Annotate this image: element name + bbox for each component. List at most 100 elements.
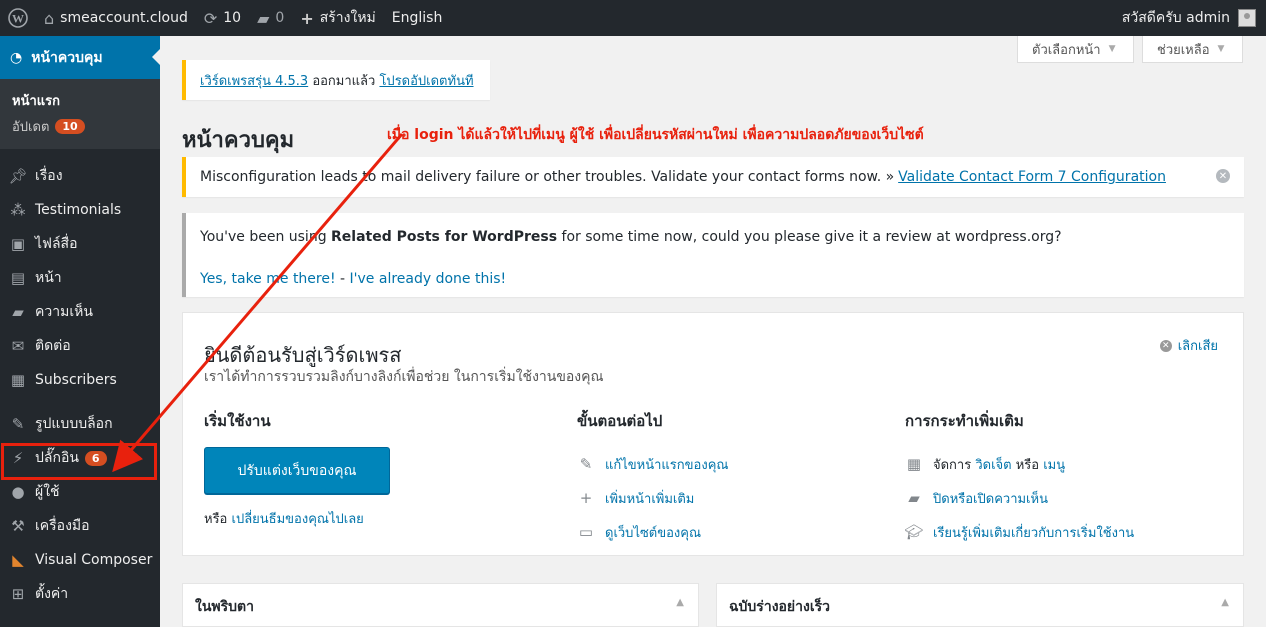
view-site-link[interactable]: ดูเว็บไซต์ของคุณ: [605, 522, 701, 543]
sidebar-item-label: Testimonials: [35, 202, 122, 218]
dashboard-submenu: หน้าแรก อัปเดต 10: [0, 79, 160, 149]
page-title: หน้าควบคุม: [182, 128, 295, 153]
sidebar-item-media[interactable]: ▣ ไฟล์สื่อ: [0, 227, 160, 261]
site-name-link[interactable]: ⌂ smeaccount.cloud: [36, 0, 196, 36]
welcome-dismiss-link[interactable]: ✕ เลิกเสีย: [1159, 335, 1218, 356]
comments-count: 0: [275, 10, 285, 26]
updates-link[interactable]: ⟳ 10: [196, 0, 249, 36]
close-icon: ✕: [1159, 339, 1172, 352]
update-nag: เวิร์ดเพรสรุ่น 4.5.3 ออกมาแล้ว โปรดอัปเด…: [182, 60, 490, 100]
wordpress-logo[interactable]: W: [0, 0, 36, 36]
at-a-glance-box: ในพริบตา ▲: [182, 583, 699, 627]
next-steps-column: ขั้นตอนต่อไป ✎ แก้ไขหน้าแรกของคุณ + เพิ่มห…: [577, 409, 728, 549]
review-done-link[interactable]: I've already done this!: [350, 271, 507, 287]
caret-down-icon: ▼: [1217, 44, 1225, 54]
sidebar-item-users[interactable]: ● ผู้ใช้: [0, 475, 160, 509]
get-started-title: เริ่มใช้งาน: [204, 412, 271, 430]
media-icon: ▣: [10, 235, 26, 253]
at-a-glance-title: ในพริบตา: [195, 599, 254, 615]
version-link[interactable]: เวิร์ดเพรสรุ่น 4.5.3: [200, 70, 308, 91]
sidebar-item-settings[interactable]: ⊞ ตั้งค่า: [0, 577, 160, 611]
sidebar-item-comments[interactable]: ▰ ความเห็น: [0, 295, 160, 329]
customize-site-button[interactable]: ปรับแต่งเว็บของคุณ: [204, 447, 390, 494]
or-text: หรือ: [204, 512, 232, 527]
sidebar-item-contact[interactable]: ✉ ติดต่อ: [0, 329, 160, 363]
change-theme-link[interactable]: เปลี่ยนธีมของคุณไปเลย: [232, 512, 364, 527]
toggle-comments-link[interactable]: ปิดหรือเปิดความเห็น: [933, 488, 1048, 509]
quick-draft-box: ฉบับร่างอย่างเร็ว ▲: [716, 583, 1244, 627]
wrench-icon: ⚒︎: [11, 517, 25, 535]
next-steps-title: ขั้นตอนต่อไป: [577, 412, 663, 430]
notice-pre: You've been using: [200, 229, 332, 245]
collapse-toggle-icon[interactable]: ▲: [1221, 597, 1229, 608]
edit-front-page-link[interactable]: แก้ไขหน้าแรกของคุณ: [605, 454, 728, 475]
update-nag-text: ออกมาแล้ว: [308, 73, 380, 89]
brush-icon: ✎: [11, 415, 25, 433]
sidebar-item-subscribers[interactable]: ▦ Subscribers: [0, 363, 160, 397]
plus-icon: +: [300, 8, 314, 28]
manage-text: จัดการ: [933, 457, 976, 473]
add-pages-item[interactable]: + เพิ่มหน้าเพิ่มเติม: [577, 481, 728, 515]
edit-icon: ✎: [579, 455, 593, 473]
greeting: สวัสดีครับ admin: [1121, 10, 1230, 26]
sidebar-item-label: Subscribers: [35, 372, 117, 388]
sidebar-item-dashboard[interactable]: ◔ หน้าควบคุม: [0, 36, 160, 79]
collapse-toggle-icon[interactable]: ▲: [676, 597, 684, 608]
review-links: Yes, take me there! - I've already done …: [200, 269, 1230, 289]
add-pages-link[interactable]: เพิ่มหน้าเพิ่มเติม: [605, 488, 694, 509]
menus-link[interactable]: เมนู: [1043, 454, 1065, 475]
sidebar-item-label: Visual Composer: [35, 552, 153, 568]
admin-sidebar: ◔ หน้าควบคุม หน้าแรก อัปเดต 10 📌︎ เรื่อง …: [0, 36, 160, 627]
vc-icon: ◣: [12, 551, 24, 569]
welcome-about: เราได้ทำการรวบรวมลิงก์บางลิงก์เพื่อช่วย …: [204, 369, 604, 385]
quick-draft-title: ฉบับร่างอย่างเร็ว: [729, 599, 831, 615]
comments-link[interactable]: ▰ 0: [249, 0, 292, 36]
language-label: English: [391, 10, 443, 26]
sidebar-item-posts[interactable]: 📌︎ เรื่อง: [0, 159, 160, 193]
notice-post: for some time now, could you please give…: [557, 229, 1062, 245]
learn-more-link[interactable]: เรียนรู้เพิ่มเติมเกี่ยวกับการเริ่มใช้งาน: [933, 522, 1134, 543]
submenu-updates[interactable]: อัปเดต 10: [12, 113, 160, 139]
sidebar-item-label: เครื่องมือ: [35, 518, 90, 534]
manage-widgets-item: ▦ จัดการ วิดเจ็ต หรือ เมนู: [905, 447, 1134, 481]
sidebar-item-tools[interactable]: ⚒︎ เครื่องมือ: [0, 509, 160, 543]
widgets-link[interactable]: วิดเจ็ต: [975, 454, 1011, 475]
users-icon: ⁂: [10, 201, 26, 219]
related-posts-text: You've been using Related Posts for Word…: [200, 227, 1230, 247]
comment-bubble-icon: ▰: [257, 8, 270, 28]
sidebar-item-testimonials[interactable]: ⁂ Testimonials: [0, 193, 160, 227]
sidebar-item-appearance[interactable]: ✎ รูปแบบบล็อก: [0, 407, 160, 441]
edit-front-page-item[interactable]: ✎ แก้ไขหน้าแรกของคุณ: [577, 447, 729, 481]
language-switch[interactable]: English: [384, 0, 451, 36]
dismiss-icon[interactable]: ✕: [1216, 169, 1230, 183]
more-actions-column: การกระทำเพิ่มเติม ▦ จัดการ วิดเจ็ต หรือ เ…: [904, 409, 1134, 549]
screen-options-button[interactable]: ตัวเลือกหน้า ▼: [1017, 36, 1134, 63]
screen-options-label: ตัวเลือกหน้า: [1032, 42, 1101, 58]
dashboard-icon: ◔: [10, 49, 23, 66]
sidebar-item-pages[interactable]: ▤ หน้า: [0, 261, 160, 295]
view-site-item[interactable]: ▭ ดูเว็บไซต์ของคุณ: [577, 515, 728, 549]
new-content-link[interactable]: + สร้างใหม่: [292, 0, 383, 36]
sidebar-item-label: ตั้งค่า: [35, 586, 69, 602]
pin-icon: 📌︎: [8, 167, 28, 185]
learn-more-item[interactable]: 🎓︎ เรียนรู้เพิ่มเติมเกี่ยวกับการเริ่มใช้ง…: [904, 515, 1134, 549]
help-button[interactable]: ช่วยเหลือ ▼: [1142, 36, 1243, 63]
update-now-link[interactable]: โปรดอัปเดตทันที: [379, 70, 473, 91]
submenu-home[interactable]: หน้าแรก: [12, 87, 160, 113]
validate-cf7-link[interactable]: Validate Contact Form 7 Configuration: [898, 169, 1166, 185]
plugin-name: Related Posts for WordPress: [331, 229, 558, 245]
mail-icon: ✉: [11, 337, 25, 355]
sidebar-item-label: ผู้ใช้: [35, 484, 60, 500]
sidebar-item-label: หน้า: [35, 270, 62, 286]
sidebar-item-visual-composer[interactable]: ◣ Visual Composer: [0, 543, 160, 577]
settings-icon: ⊞: [11, 585, 25, 603]
graduation-cap-icon: 🎓︎: [904, 523, 924, 541]
account-menu[interactable]: สวัสดีครับ admin: [1122, 7, 1266, 29]
review-yes-link[interactable]: Yes, take me there!: [200, 271, 336, 287]
dismiss-label: เลิกเสีย: [1177, 339, 1218, 354]
page-icon: ▤: [10, 269, 26, 287]
instruction-annotation: เมื่อ login ได้แล้วให้ไปที่เมนู ผู้ใช้ เ…: [387, 127, 924, 143]
related-posts-notice: You've been using Related Posts for Word…: [182, 213, 1244, 297]
get-started-column: เริ่มใช้งาน ปรับแต่งเว็บของคุณ หรือ เปลี…: [204, 409, 390, 529]
toggle-comments-item[interactable]: ▰ ปิดหรือเปิดความเห็น: [905, 481, 1134, 515]
